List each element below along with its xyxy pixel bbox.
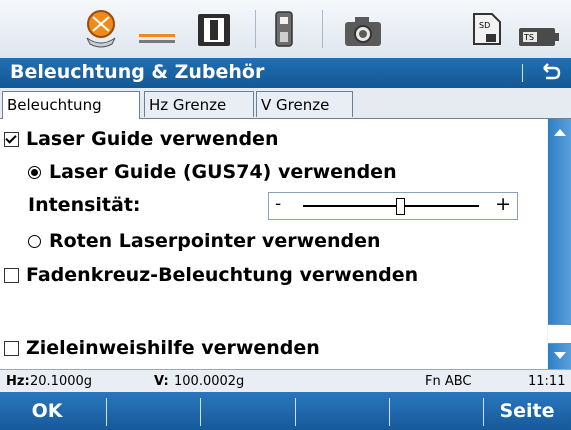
scroll-up-icon[interactable] [554, 129, 566, 136]
red-laser-radio[interactable] [28, 234, 41, 248]
svg-text:TS: TS [523, 33, 534, 42]
hz-label: Hz: [6, 374, 30, 389]
laser-guide-label: Laser Guide verwenden [26, 128, 279, 150]
hz-value: 20.1000g [30, 374, 93, 389]
tab-hz-grenze[interactable]: Hz Grenze [144, 91, 254, 117]
softkey-bar: OK Seite [0, 392, 571, 430]
intensity-label: Intensität: [28, 194, 141, 216]
tab-v-grenze[interactable]: V Grenze [256, 91, 353, 117]
settings-panel: Laser Guide verwenden Laser Guide (GUS74… [0, 119, 547, 369]
back-icon[interactable] [538, 62, 562, 84]
slider-plus[interactable]: + [495, 193, 511, 215]
red-laser-label: Roten Laserpointer verwenden [49, 230, 381, 252]
sd-card-icon[interactable]: SD [466, 8, 506, 50]
red-laser-row[interactable]: Roten Laserpointer verwenden [28, 230, 381, 252]
target-aid-row[interactable]: Zieleinweishilfe verwenden [4, 337, 320, 359]
tab-beleuchtung[interactable]: Beleuchtung [2, 91, 140, 119]
laser-guide-gus-label: Laser Guide (GUS74) verwenden [49, 161, 397, 183]
camera-icon[interactable] [338, 8, 388, 50]
ok-button[interactable]: OK [0, 392, 94, 430]
laser-guide-gus-radio[interactable] [28, 165, 41, 179]
clock: 11:11 [528, 374, 566, 389]
laser-guide-checkbox[interactable] [4, 131, 19, 147]
scrollbar-thumb[interactable] [548, 324, 571, 344]
page-button[interactable]: Seite [483, 392, 571, 430]
slider-minus[interactable]: - [275, 194, 281, 214]
intensity-slider[interactable]: - + [268, 192, 518, 220]
instrument-battery-icon[interactable]: TS [514, 8, 564, 50]
title-bar: Beleuchtung & Zubehör [0, 58, 571, 88]
input-mode: Fn ABC [425, 374, 472, 389]
laser-guide-gus-row[interactable]: Laser Guide (GUS74) verwenden [28, 161, 397, 183]
slider-track [303, 205, 479, 207]
reticle-row[interactable]: Fadenkreuz-Beleuchtung verwenden [4, 264, 418, 286]
top-icon-bar: SD TS [0, 0, 571, 59]
reflector-icon[interactable] [192, 8, 236, 50]
target-aid-checkbox[interactable] [4, 340, 19, 356]
laser-target-icon[interactable] [74, 8, 130, 50]
v-label: V: [154, 374, 169, 389]
slider-thumb[interactable] [395, 198, 405, 215]
v-value: 100.0002g [174, 374, 245, 389]
scrollbar[interactable] [548, 119, 571, 369]
status-bar: Hz: 20.1000g V: 100.0002g Fn ABC 11:11 [0, 369, 571, 393]
scroll-down-icon[interactable] [554, 352, 566, 359]
target-aid-label: Zieleinweishilfe verwenden [26, 337, 320, 359]
laser-beam-icon[interactable] [133, 8, 183, 50]
reticle-checkbox[interactable] [4, 267, 19, 283]
reticle-label: Fadenkreuz-Beleuchtung verwenden [26, 264, 419, 286]
tab-bar: Beleuchtung Hz Grenze V Grenze [0, 88, 571, 119]
laser-guide-row[interactable]: Laser Guide verwenden [4, 128, 278, 150]
svg-text:SD: SD [479, 21, 490, 30]
page-title: Beleuchtung & Zubehör [10, 61, 265, 83]
battery-icon[interactable] [264, 8, 304, 50]
